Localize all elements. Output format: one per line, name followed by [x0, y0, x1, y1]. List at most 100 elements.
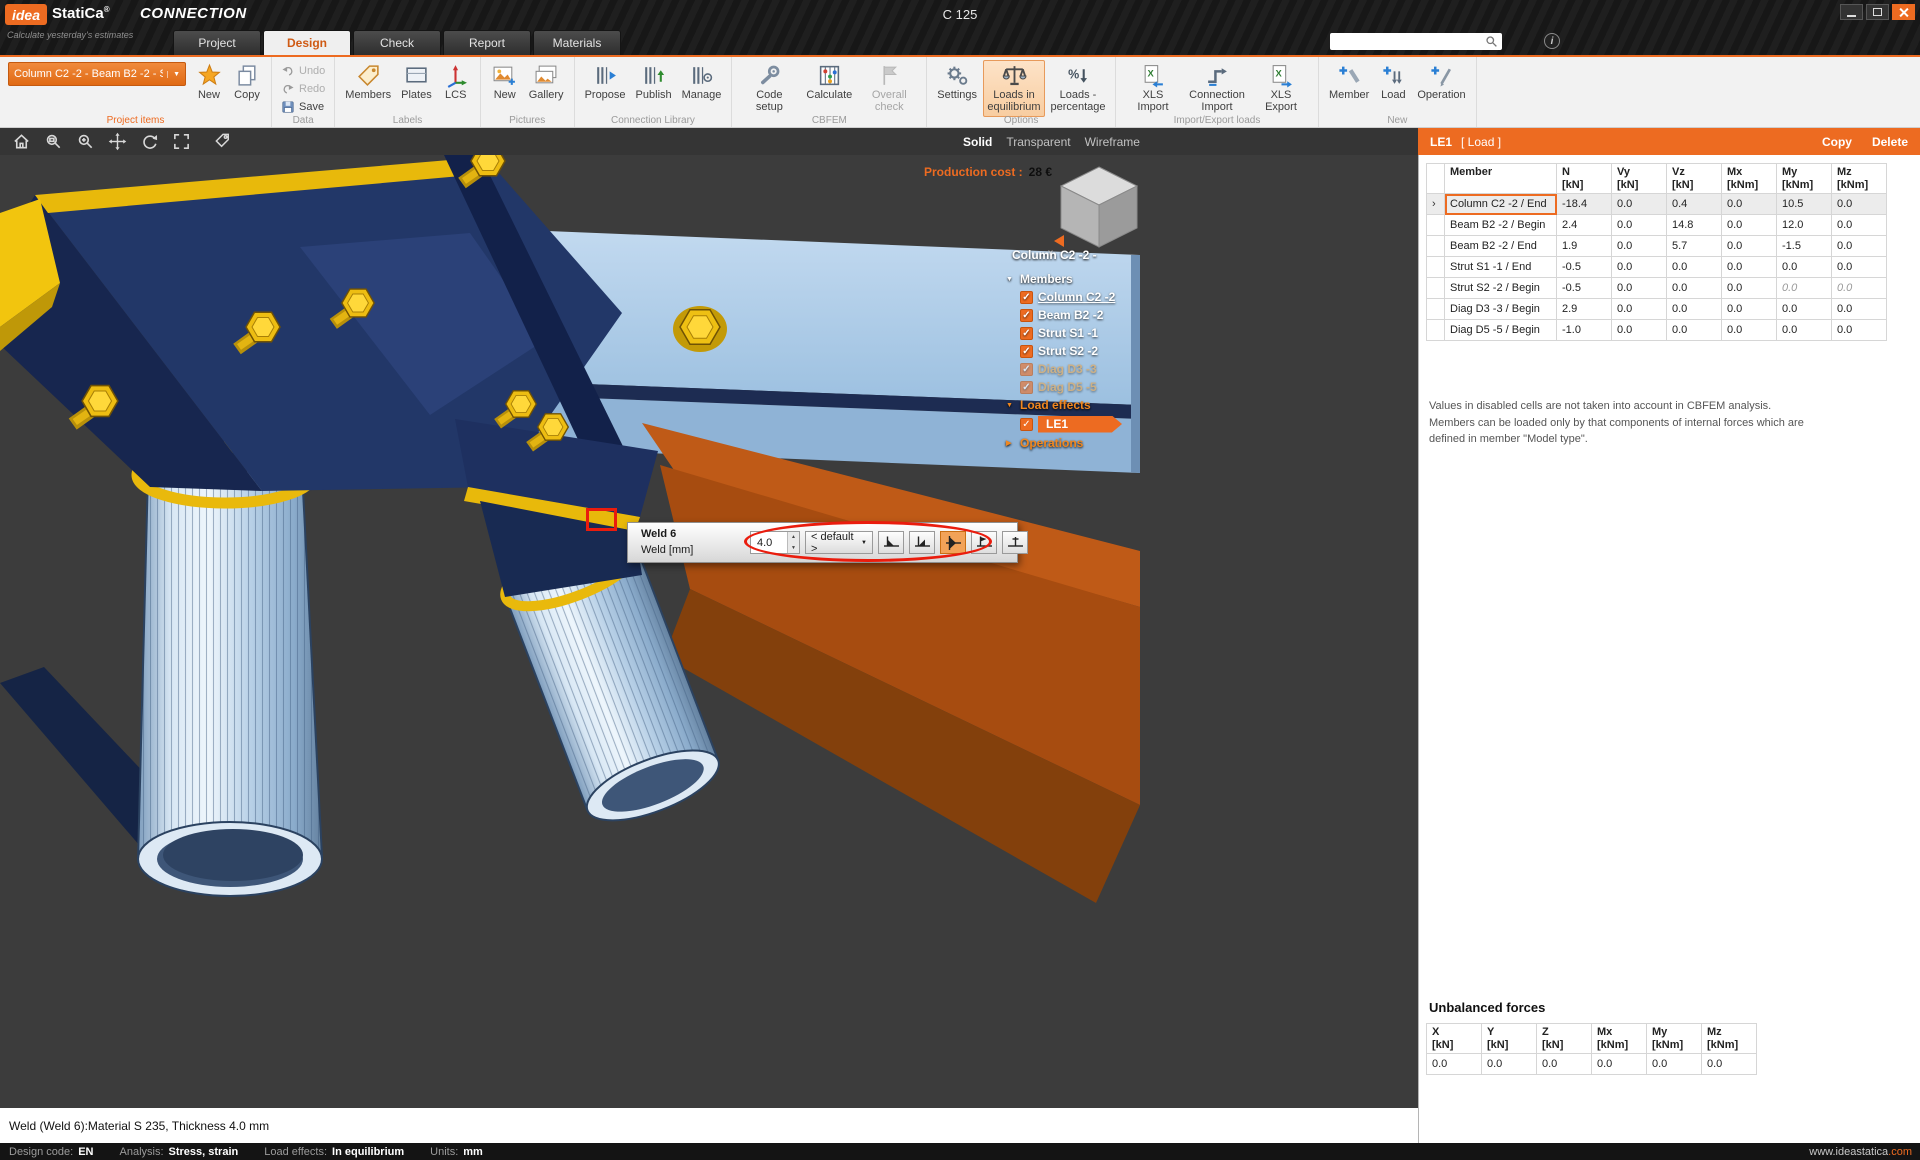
weld-param-label: Weld [mm] [641, 544, 693, 556]
member-orange-beam[interactable] [642, 423, 1140, 903]
weld-type-butt-button[interactable] [1002, 531, 1028, 554]
group-label: CBFEM [732, 115, 926, 126]
pan-button[interactable] [108, 132, 127, 151]
new-load-button[interactable]: Load [1375, 60, 1411, 104]
group-pictures: New Gallery Pictures [481, 57, 575, 127]
new-member-icon [1337, 63, 1362, 88]
view-mode-transparent[interactable]: Transparent [1006, 135, 1070, 149]
tab-check[interactable]: Check [353, 30, 441, 55]
table-row[interactable]: Diag D5 -5 / Begin -1.0 0.0 0.0 0.0 0.0 … [1427, 320, 1887, 341]
tree-root-item[interactable]: Column C2 -2 - [1002, 248, 1162, 262]
tab-design[interactable]: Design [263, 30, 351, 55]
group-connection-library: Propose Publish Manage Connection Librar… [575, 57, 733, 127]
checkbox-checked[interactable]: ✓ [1020, 345, 1033, 358]
tab-report[interactable]: Report [443, 30, 531, 55]
copy-item-button[interactable]: Copy [229, 60, 265, 104]
expanded-icon: ▼ [1006, 276, 1015, 283]
tree-section-members[interactable]: ▼Members [1002, 270, 1162, 288]
rotate-button[interactable] [140, 132, 159, 151]
undo-icon [281, 64, 295, 78]
checkbox-checked[interactable]: ✓ [1020, 291, 1033, 304]
calculate-button[interactable]: Calculate [802, 60, 856, 104]
website-link[interactable]: www.ideastatica.com [1809, 1146, 1912, 1158]
new-operation-button[interactable]: Operation [1413, 60, 1469, 104]
annotation-red-ellipse [744, 521, 992, 562]
settings-button[interactable]: Settings [933, 60, 981, 104]
labels-lcs-button[interactable]: LCS [438, 60, 474, 104]
checkbox-checked[interactable]: ✓ [1020, 381, 1033, 394]
manage-button[interactable]: Manage [678, 60, 726, 104]
picture-gallery-button[interactable]: Gallery [525, 60, 568, 104]
tree-item-strut1[interactable]: ✓Strut S1 -1 [1002, 324, 1162, 342]
new-member-button[interactable]: Member [1325, 60, 1373, 104]
labels-plates-button[interactable]: Plates [397, 60, 436, 104]
load-copy-button[interactable]: Copy [1822, 135, 1852, 149]
weld-name: Weld 6 [641, 528, 676, 540]
home-view-button[interactable] [12, 132, 31, 151]
xls-export-button[interactable]: X XLS Export [1250, 60, 1312, 117]
current-row-marker: › [1427, 194, 1445, 215]
loads-percentage-button[interactable]: % Loads - percentage [1047, 60, 1109, 117]
units: Units:mm [430, 1146, 483, 1158]
info-button[interactable]: i [1544, 33, 1560, 49]
tab-project[interactable]: Project [173, 30, 261, 55]
table-row[interactable]: › Column C2 -2 / End -18.4 0.0 0.4 0.0 1… [1427, 194, 1887, 215]
ribbon: Column C2 -2 - Beam B2 -2 - Strut S1 ▼ N… [0, 57, 1920, 128]
xls-import-button[interactable]: X XLS Import [1122, 60, 1184, 117]
checkbox-checked[interactable]: ✓ [1020, 363, 1033, 376]
table-row[interactable]: Strut S2 -2 / Begin -0.5 0.0 0.0 0.0 0.0… [1427, 278, 1887, 299]
member-strut-tube-left[interactable] [137, 447, 322, 896]
view-mode-solid[interactable]: Solid [963, 135, 992, 149]
zoom-window-button[interactable] [44, 132, 63, 151]
member-column-plates[interactable] [0, 155, 658, 597]
search-input[interactable] [1330, 33, 1502, 50]
propose-button[interactable]: Propose [581, 60, 630, 104]
tree-item-diag5[interactable]: ✓Diag D5 -5 [1002, 378, 1162, 396]
zoom-button[interactable] [76, 132, 95, 151]
tab-materials[interactable]: Materials [533, 30, 621, 55]
view-cube[interactable]: x [1048, 167, 1137, 259]
load-delete-button[interactable]: Delete [1872, 135, 1908, 149]
model-tree: Column C2 -2 - ▼Members ✓Column C2 -2 ✓B… [1002, 248, 1162, 452]
table-row[interactable]: Strut S1 -1 / End -0.5 0.0 0.0 0.0 0.0 0… [1427, 257, 1887, 278]
tree-item-diag3[interactable]: ✓Diag D3 -3 [1002, 360, 1162, 378]
redo-button[interactable]: Redo [278, 80, 328, 97]
table-row[interactable]: Beam B2 -2 / Begin 2.4 0.0 14.8 0.0 12.0… [1427, 215, 1887, 236]
maximize-icon [1873, 8, 1882, 16]
new-operation-icon [1429, 63, 1454, 88]
labels-members-button[interactable]: Members [341, 60, 395, 104]
tree-item-strut2[interactable]: ✓Strut S2 -2 [1002, 342, 1162, 360]
search-icon [1485, 35, 1498, 48]
publish-button[interactable]: Publish [632, 60, 676, 104]
checkbox-checked[interactable]: ✓ [1020, 309, 1033, 322]
close-button[interactable] [1892, 4, 1915, 20]
overall-check-button[interactable]: Overall check [858, 60, 920, 117]
tree-section-load-effects[interactable]: ▼Load effects [1002, 396, 1162, 414]
tree-item-le1[interactable]: ✓LE1 [1002, 415, 1162, 433]
view-mode-wireframe[interactable]: Wireframe [1085, 135, 1140, 149]
viewport-3d[interactable]: x Production cost :28 € Column C2 -2 - ▼… [0, 155, 1418, 1108]
checkbox-checked[interactable]: ✓ [1020, 418, 1033, 431]
checkbox-checked[interactable]: ✓ [1020, 327, 1033, 340]
loads-in-equilibrium-button[interactable]: Loads in equilibrium [983, 60, 1045, 117]
design-code: Design code:EN [9, 1146, 94, 1158]
tree-item-column[interactable]: ✓Column C2 -2 [1002, 288, 1162, 306]
table-row[interactable]: Beam B2 -2 / End 1.9 0.0 5.7 0.0 -1.5 0.… [1427, 236, 1887, 257]
propose-icon [593, 63, 618, 88]
connection-import-button[interactable]: Connection Import [1186, 60, 1248, 117]
new-item-button[interactable]: New [191, 60, 227, 104]
table-row[interactable]: Diag D3 -3 / Begin 2.9 0.0 0.0 0.0 0.0 0… [1427, 299, 1887, 320]
picture-new-button[interactable]: New [487, 60, 523, 104]
load-effects-table[interactable]: Member N[kN] Vy[kN] Vz[kN] Mx[kNm] My[kN… [1426, 163, 1887, 341]
minimize-button[interactable] [1840, 4, 1863, 20]
table-header-row: X[kN] Y[kN] Z[kN] Mx[kNm] My[kNm] Mz[kNm… [1427, 1024, 1757, 1054]
label-tag-button[interactable] [214, 132, 233, 151]
code-setup-button[interactable]: Code setup [738, 60, 800, 117]
save-button[interactable]: Save [278, 98, 328, 115]
project-item-selector[interactable]: Column C2 -2 - Beam B2 -2 - Strut S1 ▼ [8, 62, 186, 86]
fit-view-button[interactable] [172, 132, 191, 151]
tree-item-beam[interactable]: ✓Beam B2 -2 [1002, 306, 1162, 324]
maximize-button[interactable] [1866, 4, 1889, 20]
tree-section-operations[interactable]: ▶Operations [1002, 434, 1162, 452]
undo-button[interactable]: Undo [278, 62, 328, 79]
